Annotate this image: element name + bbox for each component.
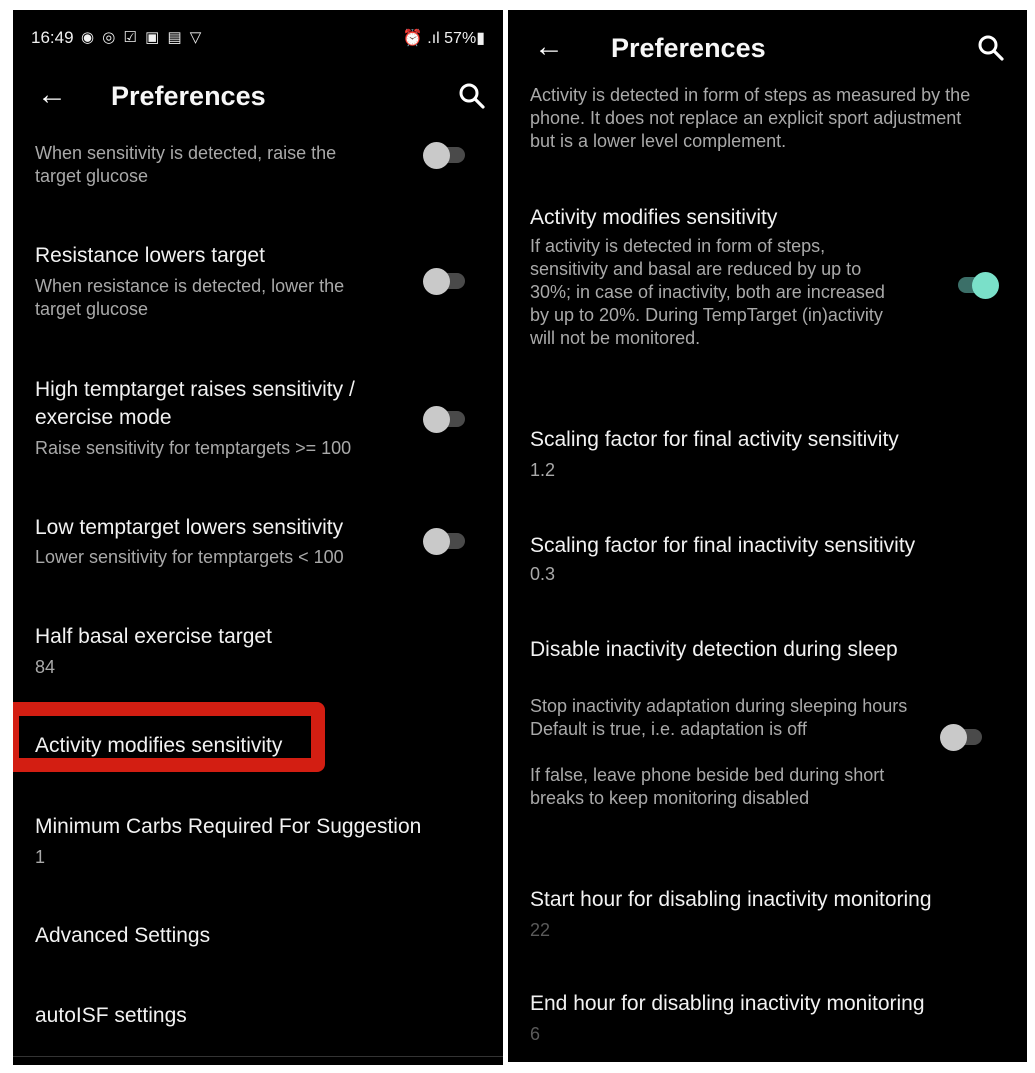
divider bbox=[13, 1056, 503, 1057]
pref-summary: If activity is detected in form of steps… bbox=[530, 236, 885, 348]
pref-advanced-settings[interactable]: Advanced Settings bbox=[13, 922, 503, 962]
right-screen: ← Preferences Activity is detected in fo… bbox=[508, 10, 1027, 1062]
app-bar: ← Preferences bbox=[13, 78, 503, 128]
pref-high-temptarget[interactable]: High temptarget raises sensitivity / exe… bbox=[13, 376, 503, 476]
pref-value: 0.3 bbox=[530, 564, 556, 584]
status-bar: 16:49 ◉ ◎ ☑ ▣ ▤ ▽ ⏰ .ıl 57%▮ bbox=[31, 28, 485, 52]
alarm-signal-icons: ⏰ .ıl bbox=[402, 30, 440, 47]
pref-summary: When resistance is detected, lower the t… bbox=[35, 276, 345, 319]
pref-title: Scaling factor for final activity sensit… bbox=[530, 428, 899, 451]
pref-title: Advanced Settings bbox=[35, 924, 211, 947]
toggle-switch[interactable] bbox=[954, 270, 999, 299]
pref-title: Activity modifies sensitivity bbox=[530, 206, 778, 229]
pref-title: End hour for disabling inactivity monito… bbox=[530, 992, 925, 1015]
status-time: 16:49 bbox=[31, 28, 74, 47]
pref-activity-scaling[interactable]: Scaling factor for final activity sensit… bbox=[508, 426, 1027, 486]
toggle-switch[interactable] bbox=[423, 266, 467, 295]
battery-icon: ▮ bbox=[476, 30, 485, 47]
search-icon[interactable] bbox=[457, 81, 487, 111]
pref-title: Half basal exercise target bbox=[35, 625, 272, 648]
pref-value: 84 bbox=[35, 657, 56, 677]
pref-half-basal-target[interactable]: Half basal exercise target 84 bbox=[13, 623, 503, 683]
notification-icons: ◉ ◎ ☑ ▣ ▤ ▽ bbox=[81, 29, 204, 46]
pref-title: Minimum Carbs Required For Suggestion bbox=[35, 815, 422, 838]
pref-title: Resistance lowers target bbox=[35, 244, 265, 267]
pref-disable-inactivity-sleep[interactable]: Disable inactivity detection during slee… bbox=[508, 636, 1027, 846]
left-screen: 16:49 ◉ ◎ ☑ ▣ ▤ ▽ ⏰ .ıl 57%▮ ← Preferenc… bbox=[13, 10, 503, 1065]
pref-inactivity-scaling[interactable]: Scaling factor for final inactivity sens… bbox=[508, 532, 1027, 592]
toggle-switch[interactable] bbox=[423, 526, 467, 555]
pref-title: Scaling factor for final inactivity sens… bbox=[530, 534, 916, 557]
intro-summary: Activity is detected in form of steps as… bbox=[530, 85, 971, 151]
pref-raise-target[interactable]: When sensitivity is detected, raise the … bbox=[13, 140, 503, 200]
pref-title: High temptarget raises sensitivity / exe… bbox=[35, 378, 355, 429]
page-title: Preferences bbox=[611, 33, 766, 63]
pref-title: Disable inactivity detection during slee… bbox=[530, 638, 898, 661]
pref-value: 1.2 bbox=[530, 460, 556, 480]
pref-end-hour[interactable]: End hour for disabling inactivity monito… bbox=[508, 990, 1027, 1050]
back-arrow-icon[interactable]: ← bbox=[534, 32, 564, 62]
pref-summary: Stop inactivity adaptation during sleepi… bbox=[530, 696, 908, 808]
pref-minimum-carbs[interactable]: Minimum Carbs Required For Suggestion 1 bbox=[13, 813, 503, 873]
pref-value: 6 bbox=[530, 1024, 541, 1044]
pref-summary: Raise sensitivity for temptargets >= 100 bbox=[35, 438, 352, 458]
pref-summary: Lower sensitivity for temptargets < 100 bbox=[35, 547, 344, 567]
battery-level: 57% bbox=[444, 30, 477, 47]
toggle-switch[interactable] bbox=[423, 404, 467, 433]
pref-title: Low temptarget lowers sensitivity bbox=[35, 516, 344, 539]
pref-title: Start hour for disabling inactivity moni… bbox=[530, 888, 932, 911]
pref-title: Activity modifies sensitivity bbox=[35, 734, 283, 757]
pref-activity-modifies-sensitivity[interactable]: Activity modifies sensitivity If activit… bbox=[508, 204, 1027, 384]
pref-start-hour[interactable]: Start hour for disabling inactivity moni… bbox=[508, 886, 1027, 946]
pref-summary: When sensitivity is detected, raise the … bbox=[35, 143, 337, 186]
app-bar: ← Preferences bbox=[508, 30, 1027, 80]
intro-text: Activity is detected in form of steps as… bbox=[508, 84, 1027, 154]
pref-value: 1 bbox=[35, 847, 46, 867]
search-icon[interactable] bbox=[976, 33, 1006, 63]
page-title: Preferences bbox=[111, 81, 266, 111]
pref-value: 22 bbox=[530, 920, 551, 940]
back-arrow-icon[interactable]: ← bbox=[37, 80, 67, 110]
status-right: ⏰ .ıl 57%▮ bbox=[403, 28, 485, 48]
pref-autoisf-settings[interactable]: autoISF settings bbox=[13, 1002, 503, 1042]
toggle-switch[interactable] bbox=[423, 140, 467, 169]
pref-activity-modifies-sensitivity[interactable]: Activity modifies sensitivity bbox=[13, 732, 503, 772]
pref-title: autoISF settings bbox=[35, 1004, 187, 1027]
pref-resistance-lowers-target[interactable]: Resistance lowers target When resistance… bbox=[13, 242, 503, 332]
toggle-switch[interactable] bbox=[940, 722, 984, 751]
pref-low-temptarget[interactable]: Low temptarget lowers sensitivity Lower … bbox=[13, 514, 503, 574]
